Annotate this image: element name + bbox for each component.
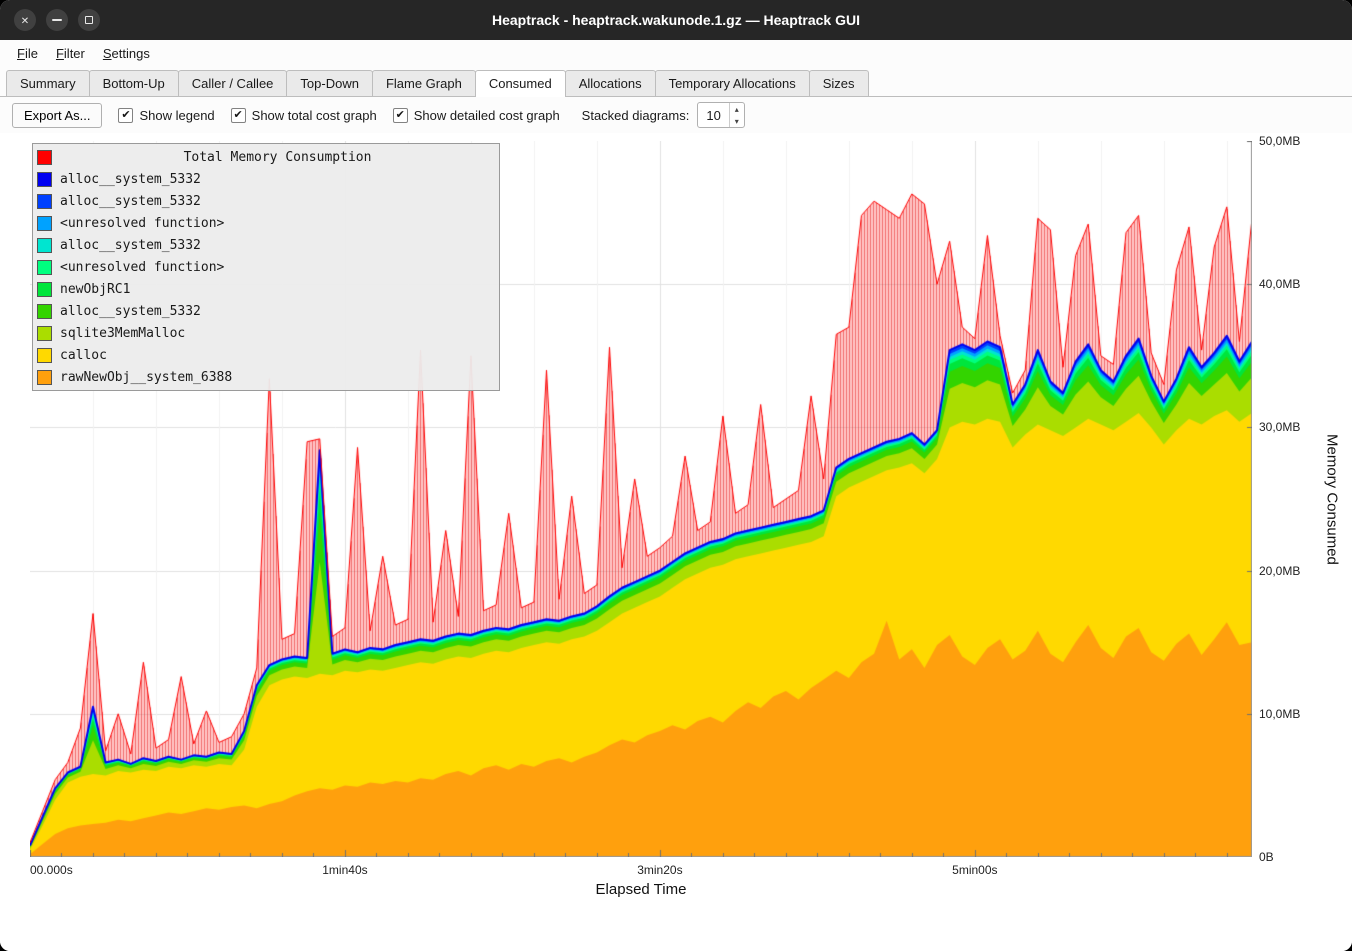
menu-settings[interactable]: Settings bbox=[94, 42, 159, 65]
stacked-diagrams-spinner[interactable]: 10 bbox=[697, 102, 744, 128]
x-tick: 00.000s bbox=[30, 863, 73, 877]
checkbox-icon bbox=[231, 108, 246, 123]
legend-swatch bbox=[37, 370, 52, 385]
stacked-diagrams-label: Stacked diagrams: bbox=[582, 108, 690, 123]
y-tick: 30,0MB bbox=[1259, 420, 1300, 434]
legend-label: sqlite3MemMalloc bbox=[60, 326, 185, 341]
legend-swatch bbox=[37, 326, 52, 341]
legend-label: <unresolved function> bbox=[60, 216, 224, 231]
y-axis: 50,0MB 40,0MB 30,0MB 20,0MB 10,0MB 0B bbox=[1252, 141, 1314, 857]
legend-item: alloc__system_5332 bbox=[37, 168, 495, 190]
tab-flame-graph[interactable]: Flame Graph bbox=[372, 70, 476, 96]
checkbox-icon bbox=[393, 108, 408, 123]
legend-swatch bbox=[37, 216, 52, 231]
checkbox-icon bbox=[118, 108, 133, 123]
legend-item: calloc bbox=[37, 344, 495, 366]
maximize-button[interactable] bbox=[78, 9, 100, 31]
x-axis-title-row: Elapsed Time bbox=[30, 879, 1252, 898]
tab-top-down[interactable]: Top-Down bbox=[286, 70, 373, 96]
legend-swatch bbox=[37, 194, 52, 209]
x-tick: 1min40s bbox=[322, 863, 367, 877]
legend-swatch bbox=[37, 238, 52, 253]
plot-area: Total Memory Consumption alloc__system_5… bbox=[30, 141, 1252, 857]
tab-allocations[interactable]: Allocations bbox=[565, 70, 656, 96]
toolbar: Export As... Show legend Show total cost… bbox=[0, 97, 1352, 133]
show-total-cost-checkbox[interactable]: Show total cost graph bbox=[231, 108, 377, 123]
legend-title: Total Memory Consumption bbox=[60, 150, 495, 165]
y-axis-title: Memory Consumed bbox=[1324, 434, 1341, 565]
tab-temporary-allocations[interactable]: Temporary Allocations bbox=[655, 70, 810, 96]
stacked-diagrams-value: 10 bbox=[698, 103, 728, 127]
legend-item: alloc__system_5332 bbox=[37, 300, 495, 322]
menubar: File Filter Settings bbox=[0, 40, 1352, 67]
legend-title-row: Total Memory Consumption bbox=[37, 146, 495, 168]
legend-item: <unresolved function> bbox=[37, 212, 495, 234]
legend-swatch bbox=[37, 260, 52, 275]
y-tick: 40,0MB bbox=[1259, 277, 1300, 291]
legend-item: alloc__system_5332 bbox=[37, 190, 495, 212]
x-tick: 3min20s bbox=[637, 863, 682, 877]
y-tick: 0B bbox=[1259, 850, 1274, 864]
tabbar: Summary Bottom-Up Caller / Callee Top-Do… bbox=[0, 67, 1352, 97]
spin-up-icon[interactable] bbox=[730, 103, 744, 115]
close-button[interactable] bbox=[14, 9, 36, 31]
spin-down-icon[interactable] bbox=[730, 115, 744, 127]
y-axis-label-column: Memory Consumed bbox=[1314, 141, 1350, 857]
legend-item: <unresolved function> bbox=[37, 256, 495, 278]
close-icon bbox=[21, 11, 29, 29]
window-title: Heaptrack - heaptrack.wakunode.1.gz — He… bbox=[0, 12, 1352, 28]
maximize-icon bbox=[85, 16, 93, 24]
titlebar: Heaptrack - heaptrack.wakunode.1.gz — He… bbox=[0, 0, 1352, 40]
legend-label: newObjRC1 bbox=[60, 282, 130, 297]
legend-swatch-total bbox=[37, 150, 52, 165]
menu-filter[interactable]: Filter bbox=[47, 42, 94, 65]
tab-summary[interactable]: Summary bbox=[6, 70, 90, 96]
x-axis-title: Elapsed Time bbox=[596, 881, 687, 898]
heaptrack-window: Heaptrack - heaptrack.wakunode.1.gz — He… bbox=[0, 0, 1352, 951]
tab-caller-callee[interactable]: Caller / Callee bbox=[178, 70, 288, 96]
tab-bottom-up[interactable]: Bottom-Up bbox=[89, 70, 179, 96]
legend-label: calloc bbox=[60, 348, 107, 363]
legend-swatch bbox=[37, 348, 52, 363]
legend-label: rawNewObj__system_6388 bbox=[60, 370, 232, 385]
tab-sizes[interactable]: Sizes bbox=[809, 70, 869, 96]
x-tick: 5min00s bbox=[952, 863, 997, 877]
tab-consumed[interactable]: Consumed bbox=[475, 70, 566, 97]
legend-swatch bbox=[37, 172, 52, 187]
show-total-cost-label: Show total cost graph bbox=[252, 108, 377, 123]
show-legend-checkbox[interactable]: Show legend bbox=[118, 108, 214, 123]
spinner-arrows bbox=[729, 103, 744, 127]
window-controls bbox=[14, 9, 100, 31]
show-detailed-cost-checkbox[interactable]: Show detailed cost graph bbox=[393, 108, 560, 123]
legend-label: alloc__system_5332 bbox=[60, 238, 201, 253]
legend-item: rawNewObj__system_6388 bbox=[37, 366, 495, 388]
show-legend-label: Show legend bbox=[139, 108, 214, 123]
show-detailed-cost-label: Show detailed cost graph bbox=[414, 108, 560, 123]
x-axis: 00.000s 1min40s 3min20s 5min00s bbox=[30, 857, 1252, 879]
legend-label: alloc__system_5332 bbox=[60, 304, 201, 319]
y-tick: 10,0MB bbox=[1259, 707, 1300, 721]
minimize-button[interactable] bbox=[46, 9, 68, 31]
menu-file[interactable]: File bbox=[8, 42, 47, 65]
legend-label: alloc__system_5332 bbox=[60, 172, 201, 187]
legend-item: alloc__system_5332 bbox=[37, 234, 495, 256]
legend-label: alloc__system_5332 bbox=[60, 194, 201, 209]
chart-region: Total Memory Consumption alloc__system_5… bbox=[0, 133, 1352, 951]
legend-label: <unresolved function> bbox=[60, 260, 224, 275]
minimize-icon bbox=[52, 19, 62, 21]
legend-item: newObjRC1 bbox=[37, 278, 495, 300]
export-as-button[interactable]: Export As... bbox=[12, 103, 102, 128]
y-tick: 20,0MB bbox=[1259, 564, 1300, 578]
chart-legend: Total Memory Consumption alloc__system_5… bbox=[32, 143, 500, 391]
y-tick: 50,0MB bbox=[1259, 134, 1300, 148]
legend-swatch bbox=[37, 282, 52, 297]
legend-item: sqlite3MemMalloc bbox=[37, 322, 495, 344]
legend-swatch bbox=[37, 304, 52, 319]
